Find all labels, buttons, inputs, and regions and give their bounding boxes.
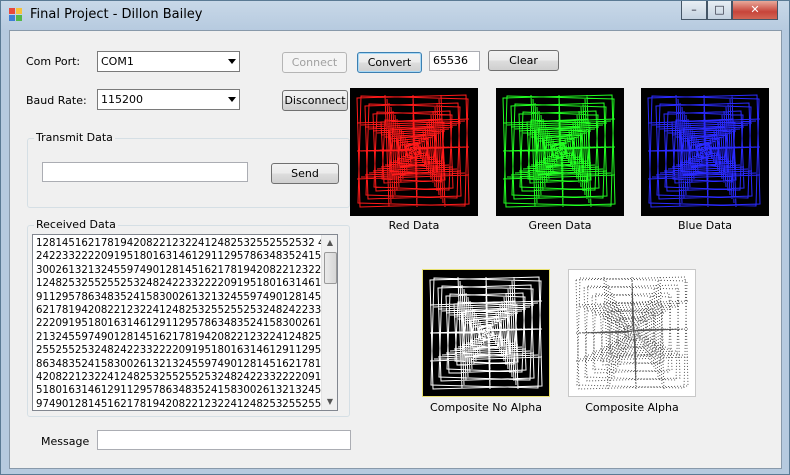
green-data-caption: Green Data (528, 219, 592, 232)
spiral-path (502, 94, 616, 208)
connect-button[interactable]: Connect (282, 52, 347, 73)
composite-alpha-image (568, 269, 696, 397)
received-line: 2422332222091951801631461291129578634835… (36, 251, 322, 263)
maximize-button[interactable]: □ (707, 1, 732, 20)
close-button[interactable]: ✕ (732, 1, 778, 20)
message-field[interactable] (97, 430, 351, 450)
received-line: 6217819420822123224124825325525525324824… (36, 305, 322, 317)
transmit-input[interactable] (42, 162, 248, 182)
minimize-button[interactable]: – (681, 1, 707, 20)
vertical-scrollbar[interactable]: ▲ ▼ (321, 235, 337, 410)
spiral-path (647, 94, 761, 208)
green-data-image (496, 88, 624, 216)
message-label: Message (41, 435, 90, 448)
received-data-text: 1281451621781942082212322412482532552552… (36, 237, 322, 410)
received-line: 1281451621781942082212322412482532552552… (36, 238, 322, 249)
received-data-textarea[interactable]: 1281451621781942082212322412482532552552… (32, 234, 338, 411)
received-line: 1248253255255253248242233222209195180163… (36, 278, 322, 290)
scroll-thumb[interactable] (324, 252, 337, 284)
received-line: 9112957863483524158300261321324559749012… (36, 291, 322, 303)
received-line: 2132455974901281451621781942082212322412… (36, 331, 322, 343)
clear-button[interactable]: Clear (488, 50, 559, 71)
app-icon (9, 8, 22, 21)
chevron-down-icon (228, 59, 236, 64)
received-line: 8634835241583002613213245597490128145162… (36, 358, 322, 370)
baud-rate-value: 115200 (101, 93, 143, 106)
transmit-data-title: Transmit Data (34, 131, 115, 144)
received-data-title: Received Data (34, 218, 118, 231)
window-title: Final Project - Dillon Bailey (30, 7, 203, 22)
blue-data-caption: Blue Data (677, 219, 733, 232)
composite-no-alpha-image (422, 269, 550, 397)
convert-button[interactable]: Convert (357, 52, 422, 73)
composite-alpha-caption: Composite Alpha (585, 401, 679, 414)
received-line: 5180163146129112957863483524158300261321… (36, 385, 322, 397)
received-line: 2552552532482422332222091951801631461291… (36, 345, 322, 357)
send-button[interactable]: Send (271, 163, 339, 184)
red-data-image (350, 88, 478, 216)
composite-no-alpha-caption: Composite No Alpha (430, 401, 542, 414)
blue-data-image (641, 88, 769, 216)
received-line: 4208221232241248253255255253248242233222… (36, 372, 322, 384)
green-spiral-drawing (502, 94, 616, 208)
scroll-up-icon[interactable]: ▲ (322, 235, 337, 251)
spiral-path (575, 276, 689, 390)
received-line: 2220919518016314612911295786348352415830… (36, 318, 322, 330)
title-bar[interactable]: Final Project - Dillon Bailey – □ ✕ (1, 1, 789, 29)
received-line: 9749012814516217819420822123224124825325… (36, 398, 322, 410)
disconnect-button[interactable]: Disconnect (282, 90, 348, 111)
chevron-down-icon (228, 97, 236, 102)
red-spiral-drawing (356, 94, 470, 208)
count-field[interactable]: 65536 (429, 51, 480, 71)
com-port-select[interactable]: COM1 (97, 51, 240, 72)
app-window: Final Project - Dillon Bailey – □ ✕ Com … (0, 0, 790, 475)
scroll-down-icon[interactable]: ▼ (322, 394, 337, 410)
blue-spiral-drawing (647, 94, 761, 208)
baud-rate-select[interactable]: 115200 (97, 89, 240, 110)
baud-rate-label: Baud Rate: (26, 94, 87, 107)
received-line: 3002613213245597490128145162178194208221… (36, 264, 322, 276)
spiral-path (429, 276, 543, 390)
com-port-label: Com Port: (26, 55, 81, 68)
white-spiral-drawing (429, 276, 543, 390)
com-port-value: COM1 (101, 55, 134, 68)
red-data-caption: Red Data (388, 219, 440, 232)
gray-spiral-drawing (575, 276, 689, 390)
spiral-path (356, 94, 470, 208)
